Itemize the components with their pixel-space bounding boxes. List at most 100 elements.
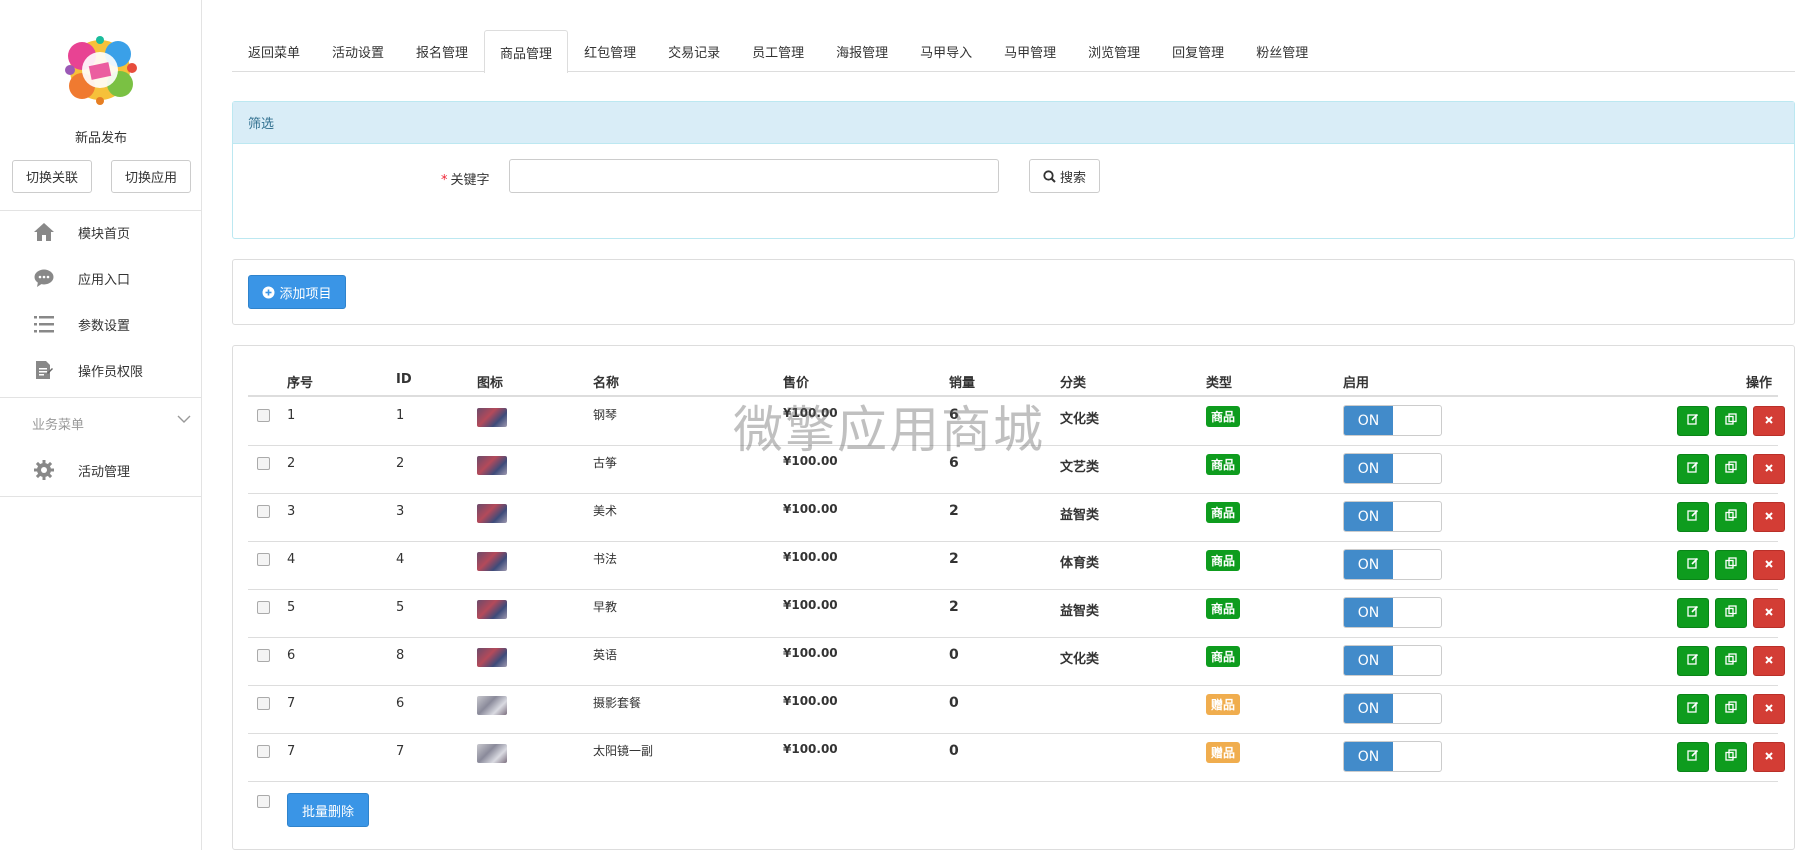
delete-button[interactable] xyxy=(1753,550,1785,580)
cell-sales: 6 xyxy=(949,455,959,471)
tab-red-packets[interactable]: 红包管理 xyxy=(568,30,652,72)
edit-icon xyxy=(1687,701,1699,717)
enabled-toggle[interactable]: ON xyxy=(1343,501,1442,532)
row-checkbox[interactable] xyxy=(257,505,270,518)
tab-fans[interactable]: 粉丝管理 xyxy=(1240,30,1324,72)
tab-products[interactable]: 商品管理 xyxy=(484,30,569,73)
tab-activity-settings[interactable]: 活动设置 xyxy=(316,30,400,72)
copy-button[interactable] xyxy=(1715,598,1747,628)
edit-button[interactable] xyxy=(1677,454,1709,484)
cell-seq: 1 xyxy=(287,408,296,423)
edit-button[interactable] xyxy=(1677,694,1709,724)
nav-item-params[interactable]: 参数设置 xyxy=(0,304,202,344)
nav-item-module-home[interactable]: 模块首页 xyxy=(0,212,202,252)
add-item-button[interactable]: 添加项目 xyxy=(248,275,346,309)
delete-button[interactable] xyxy=(1753,742,1785,772)
edit-button[interactable] xyxy=(1677,406,1709,436)
toggle-on-label: ON xyxy=(1344,598,1393,627)
edit-button[interactable] xyxy=(1677,646,1709,676)
copy-button[interactable] xyxy=(1715,646,1747,676)
business-menu-title: 业务菜单 xyxy=(32,418,85,433)
product-thumbnail xyxy=(477,696,507,715)
copy-button[interactable] xyxy=(1715,550,1747,580)
delete-button[interactable] xyxy=(1753,646,1785,676)
delete-button[interactable] xyxy=(1753,406,1785,436)
row-checkbox[interactable] xyxy=(257,553,270,566)
cell-category: 益智类 xyxy=(1060,508,1100,523)
cell-category: 文艺类 xyxy=(1060,460,1100,475)
tab-transactions[interactable]: 交易记录 xyxy=(652,30,736,72)
edit-icon xyxy=(1687,509,1699,525)
header-sales: 销量 xyxy=(949,376,976,391)
edit-button[interactable] xyxy=(1677,502,1709,532)
edit-button[interactable] xyxy=(1677,598,1709,628)
copy-button[interactable] xyxy=(1715,406,1747,436)
switch-app-button[interactable]: 切换应用 xyxy=(111,160,191,193)
row-checkbox[interactable] xyxy=(257,409,270,422)
edit-button[interactable] xyxy=(1677,550,1709,580)
row-checkbox[interactable] xyxy=(257,745,270,758)
edit-button[interactable] xyxy=(1677,742,1709,772)
copy-button[interactable] xyxy=(1715,502,1747,532)
cell-seq: 7 xyxy=(287,696,296,711)
enabled-toggle[interactable]: ON xyxy=(1343,405,1442,436)
tab-browse[interactable]: 浏览管理 xyxy=(1072,30,1156,72)
tab-vest-management[interactable]: 马甲管理 xyxy=(988,30,1072,72)
keyword-input[interactable] xyxy=(509,159,999,193)
tab-staff[interactable]: 员工管理 xyxy=(736,30,820,72)
sidebar-divider xyxy=(0,397,202,398)
delete-button[interactable] xyxy=(1753,694,1785,724)
copy-button[interactable] xyxy=(1715,454,1747,484)
comment-icon xyxy=(33,267,55,289)
cell-id: 1 xyxy=(396,408,405,423)
nav-item-app-entry[interactable]: 应用入口 xyxy=(0,258,202,298)
enabled-toggle[interactable]: ON xyxy=(1343,453,1442,484)
bulk-delete-button[interactable]: 批量删除 xyxy=(287,793,369,827)
copy-button[interactable] xyxy=(1715,742,1747,772)
copy-button[interactable] xyxy=(1715,694,1747,724)
cell-name: 古筝 xyxy=(593,456,618,470)
tab-back-menu[interactable]: 返回菜单 xyxy=(232,30,316,72)
delete-button[interactable] xyxy=(1753,454,1785,484)
search-button[interactable]: 搜索 xyxy=(1029,159,1100,193)
enabled-toggle[interactable]: ON xyxy=(1343,549,1442,580)
switch-link-button[interactable]: 切换关联 xyxy=(12,160,92,193)
enabled-toggle[interactable]: ON xyxy=(1343,597,1442,628)
edit-icon xyxy=(1687,653,1699,669)
delete-button[interactable] xyxy=(1753,502,1785,532)
tab-posters[interactable]: 海报管理 xyxy=(820,30,904,72)
product-thumbnail xyxy=(477,648,507,667)
copy-icon xyxy=(1725,605,1737,621)
type-badge: 商品 xyxy=(1206,646,1241,667)
nav-label: 操作员权限 xyxy=(78,364,144,380)
cell-seq: 6 xyxy=(287,648,296,663)
row-checkbox[interactable] xyxy=(257,697,270,710)
enabled-toggle[interactable]: ON xyxy=(1343,645,1442,676)
edit-icon xyxy=(1687,557,1699,573)
tab-replies[interactable]: 回复管理 xyxy=(1156,30,1240,72)
app-logo xyxy=(65,36,137,105)
toggle-on-label: ON xyxy=(1344,742,1393,771)
toggle-on-label: ON xyxy=(1344,406,1393,435)
cell-price: ¥100.00 xyxy=(783,742,838,756)
select-all-checkbox[interactable] xyxy=(257,795,270,808)
tab-registration[interactable]: 报名管理 xyxy=(400,30,484,72)
tab-vest-import[interactable]: 马甲导入 xyxy=(904,30,988,72)
filter-panel: 筛选 * 关键字 搜索 xyxy=(232,101,1795,239)
toggle-on-label: ON xyxy=(1344,694,1393,723)
chevron-down-icon[interactable] xyxy=(175,410,193,428)
enabled-toggle[interactable]: ON xyxy=(1343,693,1442,724)
header-price: 售价 xyxy=(783,376,810,391)
row-checkbox[interactable] xyxy=(257,649,270,662)
enabled-toggle[interactable]: ON xyxy=(1343,741,1442,772)
nav-item-operator-permissions[interactable]: 操作员权限 xyxy=(0,350,202,390)
required-mark: * xyxy=(441,173,448,188)
product-thumbnail xyxy=(477,600,507,619)
row-checkbox[interactable] xyxy=(257,457,270,470)
cell-name: 早教 xyxy=(593,600,618,614)
nav-item-activity-management[interactable]: 活动管理 xyxy=(0,450,202,490)
cell-category: 益智类 xyxy=(1060,604,1100,619)
cell-seq: 4 xyxy=(287,552,296,567)
row-checkbox[interactable] xyxy=(257,601,270,614)
delete-button[interactable] xyxy=(1753,598,1785,628)
